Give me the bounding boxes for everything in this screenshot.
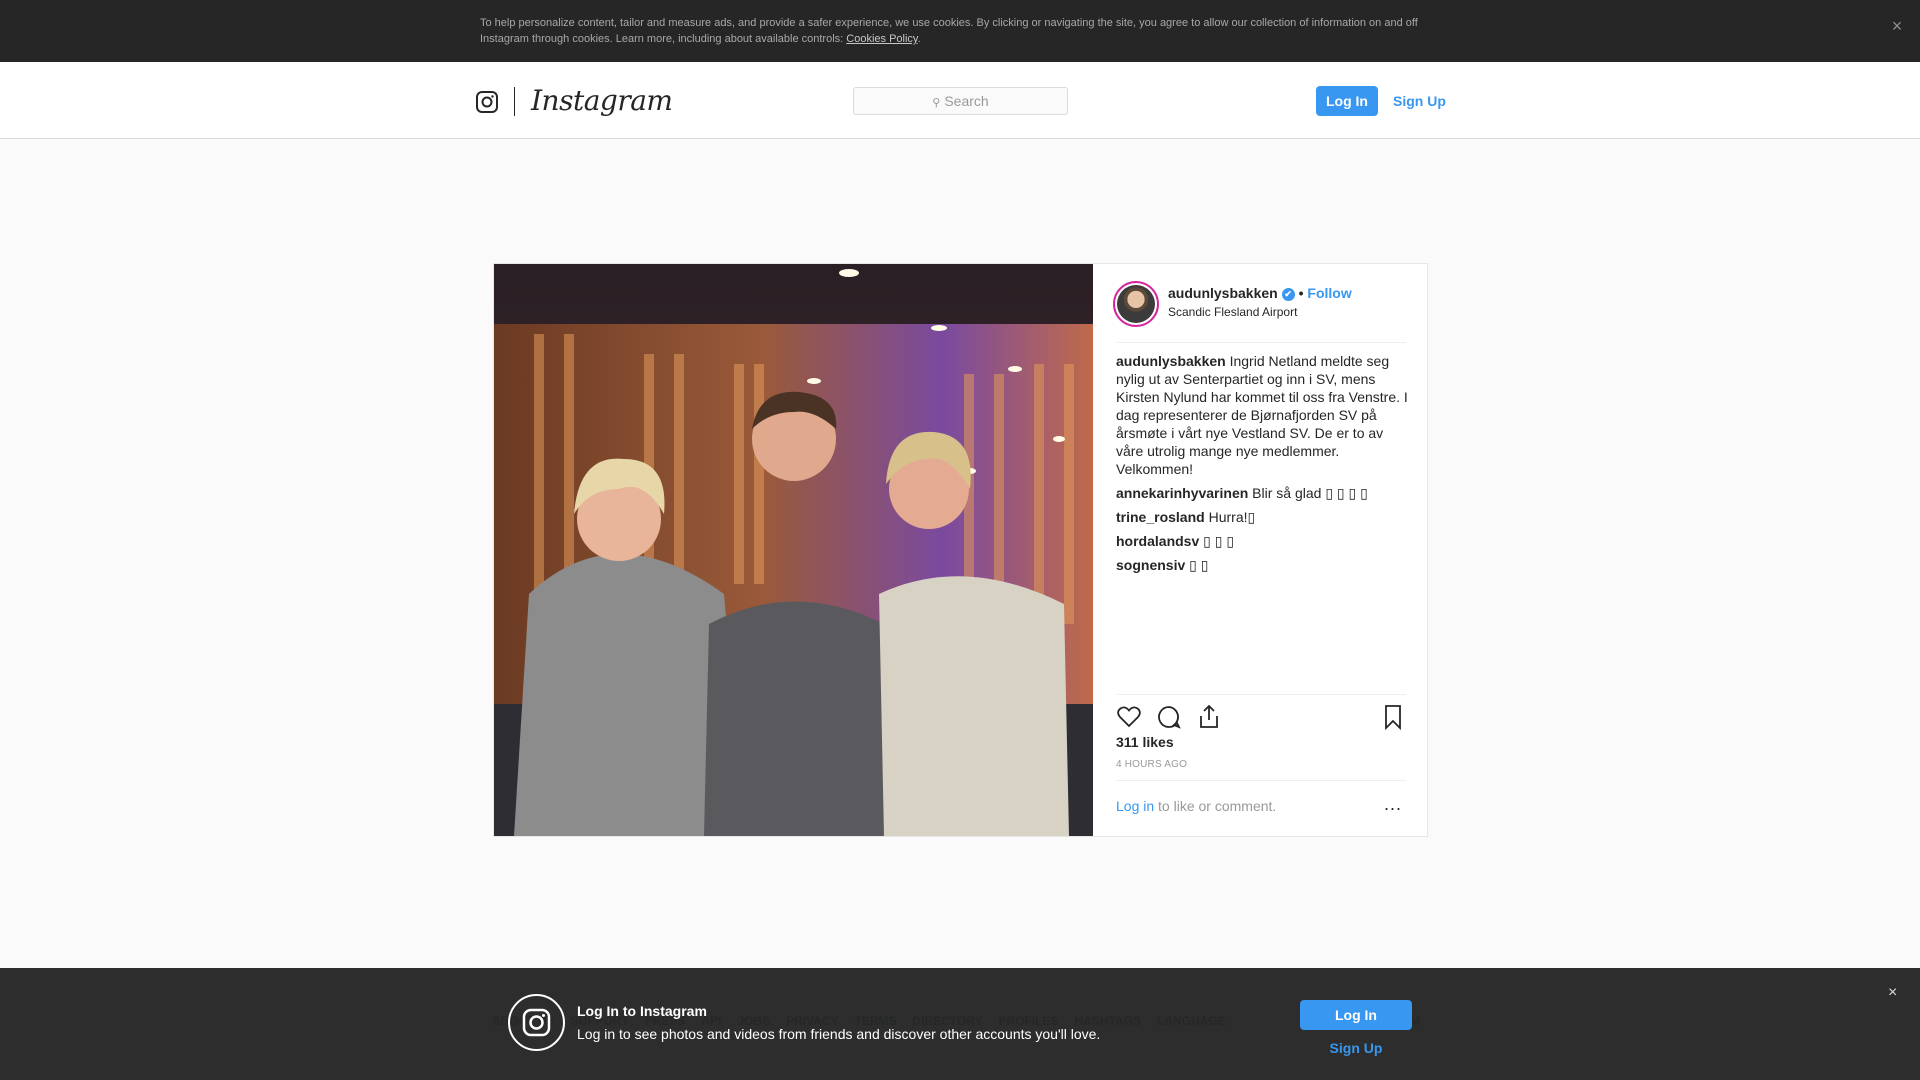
signup-link[interactable]: Sign Up	[1393, 86, 1446, 116]
comment-row: sognensiv ▯ ▯	[1116, 556, 1410, 574]
caption-author[interactable]: audunlysbakken	[1116, 353, 1226, 369]
caption-text: Ingrid Netland meldte seg nylig ut av Se…	[1116, 353, 1408, 477]
comment-row: trine_rosland Hurra!▯	[1116, 508, 1410, 526]
comment-text: ▯ ▯ ▯	[1203, 533, 1235, 549]
comment-text: Blir så glad ▯ ▯ ▯ ▯	[1252, 485, 1368, 501]
login-bar-login-button[interactable]: Log In	[1300, 1000, 1412, 1030]
cookie-message: To help personalize content, tailor and …	[480, 17, 1418, 45]
login-button[interactable]: Log In	[1316, 86, 1378, 116]
follow-button[interactable]: Follow	[1307, 285, 1351, 301]
post-photo[interactable]	[494, 264, 1093, 836]
search-icon: ⚲	[932, 97, 941, 109]
instagram-glyph-icon[interactable]	[475, 90, 499, 114]
post-author: audunlysbakken ✔ • Follow	[1168, 285, 1352, 301]
username-link[interactable]: audunlysbakken	[1168, 285, 1278, 301]
follow-separator: •	[1298, 285, 1304, 301]
comments-list: audunlysbakken Ingrid Netland meldte seg…	[1116, 352, 1410, 580]
comment-row: hordalandsv ▯ ▯ ▯	[1116, 532, 1410, 550]
caption: audunlysbakken Ingrid Netland meldte seg…	[1116, 352, 1410, 478]
login-prompt-bar: Log In to Instagram Log in to see photos…	[0, 968, 1920, 1080]
like-count[interactable]: 311 likes	[1116, 734, 1174, 750]
divider	[1116, 780, 1406, 781]
avatar-image	[1117, 285, 1155, 323]
comment-text: ▯ ▯	[1189, 557, 1209, 573]
cookie-text: To help personalize content, tailor and …	[480, 15, 1440, 47]
instagram-logo[interactable]: Instagram	[531, 84, 673, 117]
cookie-banner: To help personalize content, tailor and …	[0, 0, 1920, 62]
search-placeholder: Search	[944, 93, 989, 109]
comment-icon[interactable]	[1156, 704, 1182, 730]
login-link[interactable]: Log in	[1116, 798, 1154, 814]
comment-author[interactable]: annekarinhyvarinen	[1116, 485, 1248, 501]
comment-text: Hurra!▯	[1208, 509, 1256, 525]
post-timestamp[interactable]: 4 HOURS AGO	[1116, 759, 1187, 770]
location-link[interactable]: Scandic Flesland Airport	[1168, 305, 1297, 319]
login-bar-title: Log In to Instagram	[577, 1003, 707, 1019]
cookie-suffix: .	[917, 33, 921, 45]
post-card: audunlysbakken ✔ • Follow Scandic Fleslan…	[493, 263, 1428, 837]
instagram-glyph-icon	[508, 994, 565, 1051]
avatar[interactable]	[1113, 281, 1159, 327]
divider	[1116, 342, 1406, 343]
comment-row: annekarinhyvarinen Blir så glad ▯ ▯ ▯ ▯	[1116, 484, 1410, 502]
comment-author[interactable]: hordalandsv	[1116, 533, 1199, 549]
cookies-policy-link[interactable]: Cookies Policy	[846, 33, 917, 45]
comment-author[interactable]: sognensiv	[1116, 557, 1185, 573]
post-photo-illustration	[494, 264, 1093, 836]
heart-icon[interactable]	[1116, 704, 1142, 730]
close-icon[interactable]: ×	[1887, 16, 1907, 36]
close-icon[interactable]: ×	[1888, 984, 1897, 1002]
login-prompt: Log in to like or comment.	[1116, 798, 1276, 814]
login-bar-subtitle: Log in to see photos and videos from fri…	[577, 1026, 1101, 1042]
bookmark-icon[interactable]	[1380, 704, 1406, 730]
search-input[interactable]: ⚲ Search	[853, 87, 1068, 115]
share-icon[interactable]	[1196, 704, 1222, 730]
comment-author[interactable]: trine_rosland	[1116, 509, 1205, 525]
divider	[1116, 694, 1406, 695]
verified-badge-icon: ✔	[1281, 287, 1295, 301]
login-bar-signup-link[interactable]: Sign Up	[1300, 1040, 1412, 1056]
logo-divider	[514, 87, 515, 116]
more-options-icon[interactable]: ...	[1384, 794, 1402, 815]
post-sidebar: audunlysbakken ✔ • Follow Scandic Fleslan…	[1093, 264, 1427, 836]
action-bar	[1116, 704, 1406, 734]
top-nav: Instagram ⚲ Search Log In Sign Up	[0, 62, 1920, 139]
login-prompt-text: to like or comment.	[1154, 798, 1277, 814]
